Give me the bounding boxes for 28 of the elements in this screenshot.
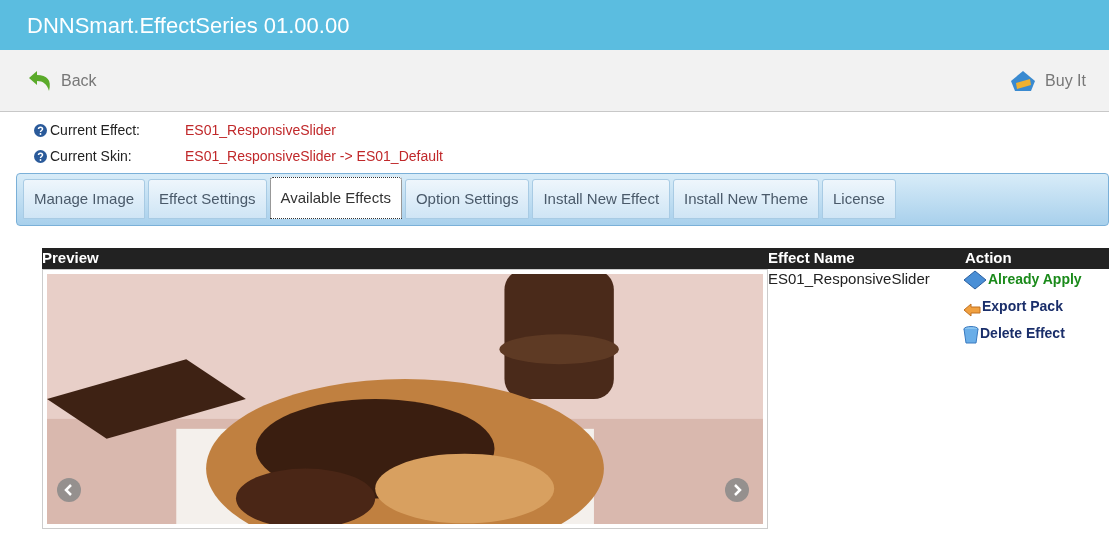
help-icon [34, 123, 47, 137]
arrow-icon [963, 303, 981, 317]
back-button[interactable]: Back [27, 68, 97, 93]
info-label: Current Effect: [50, 120, 141, 140]
help-icon [34, 149, 47, 163]
action-link[interactable]: Already Apply [963, 269, 1082, 290]
info-value: ES01_ResponsiveSlider [185, 120, 336, 140]
action-link[interactable]: Export Pack [963, 296, 1082, 317]
window-title: DNNSmart.EffectSeries 01.00.00 [27, 11, 350, 40]
back-arrow-icon [27, 69, 53, 92]
info-label: Current Skin: [50, 146, 133, 166]
tab[interactable]: Manage Image [23, 179, 146, 219]
action-link[interactable]: Delete Effect [963, 323, 1082, 344]
tab[interactable]: License [822, 179, 896, 219]
tab[interactable]: Available Effects [269, 177, 402, 219]
tab[interactable]: Effect Settings [148, 179, 267, 219]
column-header: Action [965, 248, 1012, 269]
info-value: ES01_ResponsiveSlider -> ES01_Default [185, 146, 443, 166]
column-header: Effect Name [768, 248, 856, 269]
buy-button[interactable]: Buy It [1009, 68, 1086, 93]
tab[interactable]: Option Settings [404, 179, 530, 219]
next-icon[interactable] [725, 478, 749, 502]
trash-icon [963, 326, 979, 344]
column-header: Preview [42, 248, 100, 269]
previous-icon[interactable] [57, 478, 81, 502]
tab[interactable]: Install New Effect [532, 179, 671, 219]
tab[interactable]: Install New Theme [673, 179, 819, 219]
effect-name: ES01_ResponsiveSlider [768, 269, 931, 289]
